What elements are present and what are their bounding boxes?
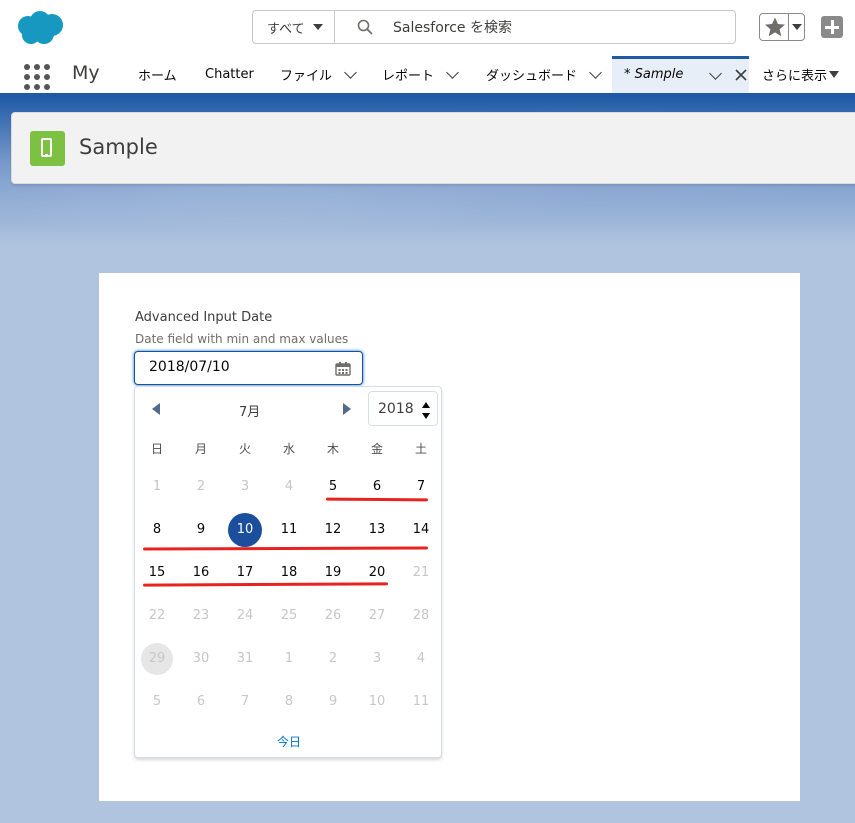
weekday-header: 火 (238, 442, 251, 456)
date-input[interactable]: 2018/07/10 (134, 351, 363, 385)
calendar-day[interactable]: 13 (361, 514, 393, 546)
global-header: すべて (0, 0, 855, 56)
chevron-down-icon[interactable] (446, 65, 459, 79)
calendar-day: 8 (284, 694, 294, 709)
tab-dashboards[interactable]: ダッシュボード (486, 56, 602, 93)
tab-label: ダッシュボード (486, 69, 578, 84)
global-actions-plus-icon[interactable] (821, 16, 843, 38)
app-name: My (72, 62, 100, 84)
calendar-day: 3 (240, 479, 250, 494)
calendar-day: 6 (196, 694, 206, 709)
calendar-day: 21 (412, 565, 430, 580)
spin-down-icon[interactable] (422, 413, 430, 419)
field-help-text: Date field with min and max values (135, 332, 349, 346)
more-tabs-menu[interactable]: さらに表示 (762, 56, 840, 93)
favorites-button[interactable] (759, 13, 805, 41)
tab-label: ファイル (280, 69, 333, 84)
calendar-day: 23 (192, 608, 210, 623)
calendar-icon[interactable] (335, 362, 351, 376)
calendar-day[interactable]: 14 (405, 514, 437, 546)
calendar-day[interactable]: 12 (317, 514, 349, 546)
tab-label: * Sample (624, 67, 684, 82)
tab-label: Chatter (205, 67, 254, 82)
calendar-day-selected[interactable]: 10 (228, 513, 262, 547)
app-navigation: My ホーム Chatter ファイル レポート ダッシュボード * Sampl… (0, 56, 855, 96)
global-search: すべて (252, 10, 736, 44)
spin-up-icon[interactable] (422, 402, 430, 408)
search-scope-dropdown[interactable]: すべて (253, 11, 335, 43)
calendar-day: 5 (152, 694, 162, 709)
date-value: 2018/07/10 (149, 359, 230, 375)
tab-files[interactable]: ファイル (280, 56, 357, 93)
calendar-day: 2 (196, 479, 206, 494)
tab-chatter[interactable]: Chatter (205, 56, 254, 93)
calendar-day: 28 (412, 608, 430, 623)
calendar-day: 31 (236, 651, 254, 666)
calendar-day: 30 (192, 651, 210, 666)
month-label: 7月 (239, 405, 261, 420)
calendar-day: 4 (284, 479, 294, 494)
tab-home[interactable]: ホーム (138, 56, 177, 93)
tab-label: レポート (382, 69, 435, 84)
previous-month-icon[interactable] (152, 403, 160, 415)
app-launcher-icon[interactable] (24, 64, 50, 90)
calendar-day: 25 (280, 608, 298, 623)
more-label: さらに表示 (762, 69, 828, 84)
tab-reports[interactable]: レポート (382, 56, 459, 93)
calendar-day: 9 (328, 694, 338, 709)
weekday-header: 月 (194, 442, 207, 456)
next-month-icon[interactable] (343, 403, 351, 415)
chevron-down-icon[interactable] (709, 67, 722, 80)
calendar-day[interactable]: 11 (273, 514, 305, 546)
calendar-day: 2 (328, 651, 338, 666)
weekday-header: 水 (282, 442, 295, 456)
star-icon (765, 17, 785, 37)
year-select[interactable]: 2018 (368, 391, 438, 426)
date-picker: 7月 2018 日月火水木金土 1 2 3 4 5 6 7 8 9 10 11 12 13 14 15 16 1… (134, 386, 442, 758)
today-link[interactable]: 今日 (135, 733, 443, 750)
weekday-header: 木 (326, 442, 339, 456)
chevron-down-icon[interactable] (589, 65, 602, 79)
year-value: 2018 (378, 401, 414, 417)
calendar-day: 27 (368, 608, 386, 623)
field-label: Advanced Input Date (135, 310, 273, 325)
calendar-day: 29 (141, 643, 173, 675)
chevron-down-icon[interactable] (792, 24, 802, 30)
chevron-down-icon[interactable] (344, 65, 357, 79)
weekday-header: 土 (414, 442, 427, 456)
close-icon[interactable] (734, 68, 748, 82)
calendar-day: 10 (368, 694, 386, 709)
chevron-down-icon (312, 24, 323, 30)
search-icon (357, 19, 373, 35)
mobile-icon (30, 131, 65, 166)
salesforce-logo-icon[interactable] (14, 10, 66, 46)
tab-label: ホーム (138, 69, 177, 84)
calendar-day: 22 (148, 608, 166, 623)
weekday-header: 日 (150, 442, 163, 456)
calendar-day: 7 (240, 694, 250, 709)
calendar-day: 1 (284, 651, 294, 666)
calendar-day[interactable]: 9 (185, 514, 217, 546)
calendar-day: 26 (324, 608, 342, 623)
caret-down-icon (829, 71, 840, 78)
page-header: Sample (11, 112, 855, 184)
calendar-day: 4 (416, 651, 426, 666)
page-title: Sample (79, 135, 158, 159)
calendar-day[interactable]: 8 (141, 514, 173, 546)
tab-sample[interactable]: * Sample (612, 56, 749, 93)
search-input[interactable] (391, 15, 725, 41)
divider (788, 14, 789, 40)
search-scope-label: すべて (267, 21, 305, 37)
weekday-header: 金 (370, 442, 383, 456)
calendar-day: 24 (236, 608, 254, 623)
calendar-day: 11 (412, 694, 430, 709)
calendar-day: 1 (152, 479, 162, 494)
calendar-day: 3 (372, 651, 382, 666)
